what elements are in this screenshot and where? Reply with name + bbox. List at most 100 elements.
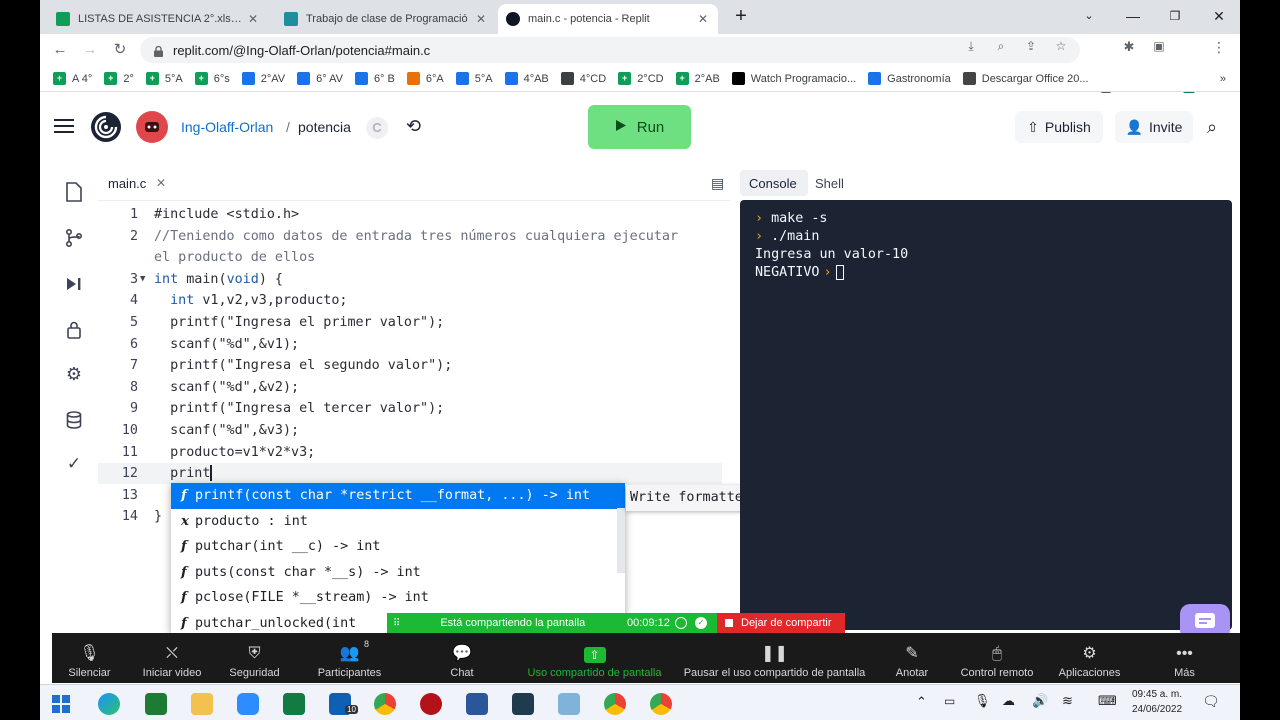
code-line[interactable]: 10 scanf("%d",&v3); <box>98 420 722 441</box>
browser-tab-classroom[interactable]: Trabajo de clase de Programació ✕ <box>276 4 496 34</box>
zoom-button-9[interactable]: ⚙ Aplicaciones <box>1042 633 1137 683</box>
autocomplete-item[interactable]: f puts(const char *__s) -> int <box>171 560 625 586</box>
close-icon[interactable]: ✕ <box>474 12 488 26</box>
menu-dots-icon[interactable]: ⋮ <box>1210 39 1228 55</box>
bookmark-item[interactable]: 5°A <box>451 68 500 90</box>
reload-icon[interactable]: ↻ <box>110 40 130 60</box>
code-line[interactable]: 11 producto=v1*v2*v3; <box>98 442 722 463</box>
bookmark-item[interactable]: + A 4° <box>48 68 99 90</box>
windows-start-icon[interactable] <box>52 695 70 713</box>
close-icon[interactable]: ✕ <box>696 12 710 26</box>
bookmark-item[interactable]: +6°s <box>190 68 237 90</box>
zoom-button-0[interactable]: 🎙 Silenciar <box>52 633 127 683</box>
new-tab-button[interactable]: + <box>726 6 756 26</box>
autocomplete-item[interactable]: f printf(const char *restrict __format, .… <box>171 483 625 509</box>
close-icon[interactable]: ✕ <box>246 12 260 26</box>
excel-green-icon[interactable] <box>145 693 167 715</box>
bookmark-item[interactable]: +2°AB <box>671 68 727 90</box>
stop-share-button[interactable]: Dejar de compartir <box>717 613 845 633</box>
zoom-button-4[interactable]: 💬 Chat <box>422 633 502 683</box>
bookmark-item[interactable]: 6° AV <box>292 68 350 90</box>
bookmark-item[interactable]: 6°A <box>402 68 451 90</box>
minimize-button[interactable]: — <box>1118 6 1148 26</box>
bookmark-item[interactable]: 2°AV <box>237 68 292 90</box>
bookmark-item[interactable]: Watch Programacio... <box>727 68 863 90</box>
autocomplete-item[interactable]: f putchar(int __c) -> int <box>171 534 625 560</box>
tab-console[interactable]: Console <box>749 176 797 191</box>
autocomplete-item[interactable]: x producto : int <box>171 509 625 535</box>
browser-tab-replit[interactable]: main.c - potencia - Replit ✕ <box>498 4 718 34</box>
clock[interactable]: 09:45 a. m. 24/06/2022 <box>1126 687 1188 717</box>
invite-button[interactable]: 👤 Invite <box>1115 111 1193 143</box>
puzzle-icon[interactable]: ✱ <box>1120 39 1138 55</box>
browser-tab-sheets[interactable]: LISTAS DE ASISTENCIA 2°.xlsx - H ✕ <box>48 4 268 34</box>
settings-gear-icon[interactable]: ⚙ <box>62 362 86 386</box>
bookmark-item[interactable]: 4°AB <box>500 68 556 90</box>
code-line[interactable]: 1 #include <stdio.h> <box>98 204 722 225</box>
keyboard-icon[interactable]: ⌨ <box>1098 693 1117 709</box>
bookmark-item[interactable]: +2°CD <box>613 68 670 90</box>
code-line[interactable]: 5 printf("Ingresa el primer valor"); <box>98 312 722 333</box>
code-line[interactable]: 4 int v1,v2,v3,producto; <box>98 290 722 311</box>
bookmark-item[interactable]: Descargar Office 20... <box>958 68 1096 90</box>
code-line[interactable]: 12 print <box>98 463 722 485</box>
url-bar[interactable]: replit.com/@Ing-Olaff-Orlan/potencia#mai… <box>140 37 1080 63</box>
fold-chevron-icon[interactable]: ▼ <box>140 269 145 290</box>
bookmark-item[interactable]: Gastronomía <box>863 68 958 90</box>
install-icon[interactable]: ⤓ <box>962 39 980 55</box>
zoom-button-6[interactable]: ❚❚ Pausar el uso compartido de pantalla <box>672 633 877 683</box>
microphone-icon[interactable]: 🎙 <box>974 693 991 709</box>
zoom-icon[interactable]: ⌕ <box>992 39 1010 55</box>
zoom-button-7[interactable]: ✎ Anotar <box>872 633 952 683</box>
code-line[interactable]: el producto de ellos <box>98 247 722 268</box>
back-icon[interactable]: ← <box>50 40 70 60</box>
search-icon[interactable]: ⌕ <box>1207 117 1217 138</box>
app-window-icon[interactable] <box>558 693 580 715</box>
bookmark-star-icon[interactable]: ☆ <box>1052 39 1070 55</box>
publish-button[interactable]: ⇧ Publish <box>1015 111 1103 143</box>
chrome-window-icon[interactable] <box>650 693 672 715</box>
hamburger-icon[interactable] <box>54 119 74 133</box>
onedrive-icon[interactable]: ☁ <box>1002 693 1015 709</box>
checkmark-icon[interactable]: ✓ <box>62 452 86 476</box>
app-dark-icon[interactable] <box>512 693 534 715</box>
zoom-button-5[interactable]: ⇧ Uso compartido de pantalla <box>507 633 682 683</box>
app-red-icon[interactable] <box>420 693 442 715</box>
bookmark-item[interactable]: +5°A <box>141 68 190 90</box>
history-icon[interactable]: ⟲ <box>406 116 421 137</box>
side-panel-icon[interactable]: ▣ <box>1150 39 1168 55</box>
zoom-button-1[interactable]: ⛌ Iniciar video <box>132 633 212 683</box>
bookmark-item[interactable]: 6° B <box>350 68 402 90</box>
bookmark-item[interactable]: +2° <box>99 68 141 90</box>
restore-button[interactable]: ❐ <box>1160 6 1190 26</box>
username-link[interactable]: Ing-Olaff-Orlan <box>181 119 273 135</box>
tab-search-icon[interactable]: ⌄ <box>1074 6 1104 26</box>
code-line[interactable]: 9 printf("Ingresa el tercer valor"); <box>98 398 722 419</box>
code-line[interactable]: 6 scanf("%d",&v1); <box>98 334 722 355</box>
forward-icon[interactable]: → <box>80 40 100 60</box>
editor-menu-icon[interactable]: ▤ <box>711 175 724 192</box>
zoom-button-3[interactable]: 👥 Participantes <box>297 633 402 683</box>
tray-app-icon[interactable]: ▭ <box>944 694 955 708</box>
database-icon[interactable] <box>62 408 86 432</box>
zoom-button-2[interactable]: ⛨ Seguridad <box>217 633 292 683</box>
console-output[interactable]: › make -s › ./main Ingresa un valor-10 NEGATI… <box>740 200 1232 630</box>
debugger-icon[interactable] <box>62 272 86 296</box>
wifi-icon[interactable]: ≋ <box>1062 693 1073 709</box>
volume-icon[interactable]: 🔊 <box>1032 693 1048 709</box>
close-window-button[interactable]: ✕ <box>1204 6 1234 26</box>
code-line[interactable]: 8 scanf("%d",&v2); <box>98 377 722 398</box>
code-line[interactable]: 2 //Teniendo como datos de entrada tres n… <box>98 226 722 247</box>
excel-icon[interactable] <box>283 693 305 715</box>
user-avatar[interactable] <box>136 111 168 143</box>
version-control-icon[interactable] <box>62 226 86 250</box>
autocomplete-scrollbar[interactable] <box>617 508 625 573</box>
chrome-icon[interactable] <box>374 693 396 715</box>
word-icon[interactable] <box>466 693 488 715</box>
edge-icon[interactable] <box>98 693 120 715</box>
zoom-button-8[interactable]: 🖱 Control remoto <box>952 633 1042 683</box>
notifications-icon[interactable]: 🗨 <box>1202 693 1220 710</box>
code-line[interactable]: 3 ▼ int main(void) { <box>98 269 722 290</box>
repl-name[interactable]: potencia <box>298 119 351 135</box>
bookmarks-more-icon[interactable]: » <box>1215 68 1240 90</box>
